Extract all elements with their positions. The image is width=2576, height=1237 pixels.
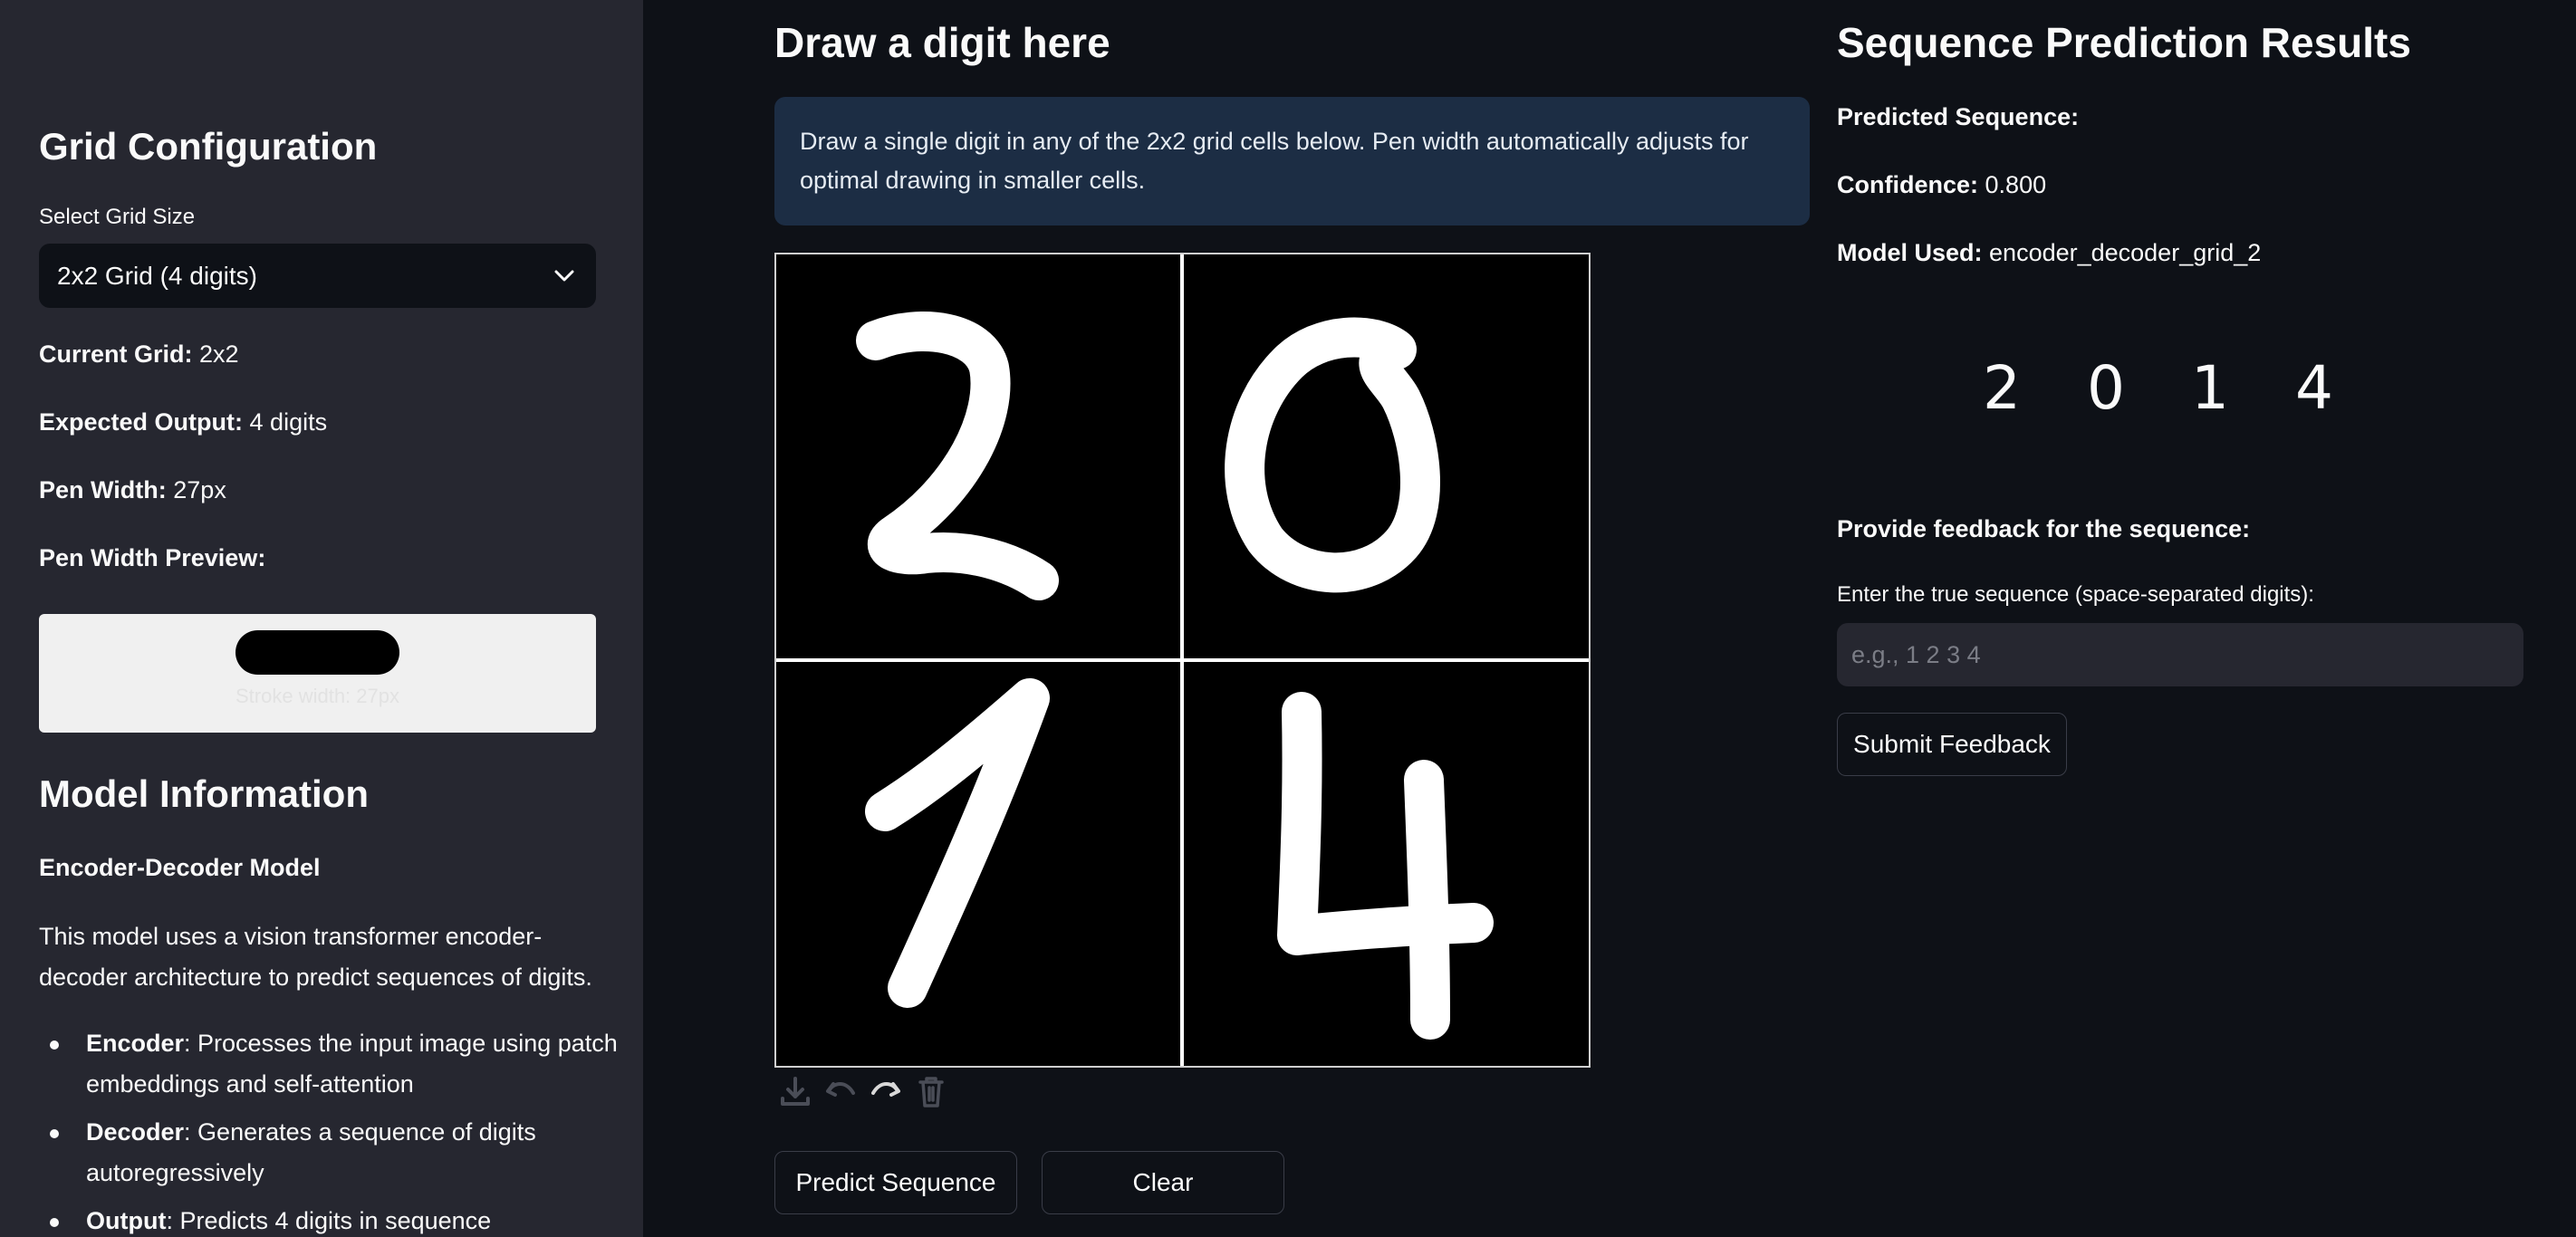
sidebar: Grid Configuration Select Grid Size 2x2 … (0, 0, 643, 1237)
grid-size-select[interactable]: 2x2 Grid (4 digits) (39, 244, 596, 308)
trash-icon[interactable] (910, 1071, 952, 1111)
confidence-value: 0.800 (1985, 171, 2047, 198)
current-grid-label: Current Grid: (39, 340, 193, 368)
expected-output-value: 4 digits (249, 408, 328, 436)
pen-width-label: Pen Width: (39, 476, 167, 503)
model-used-label: Model Used: (1837, 239, 1983, 266)
model-description: This model uses a vision transformer enc… (39, 923, 592, 991)
feedback-heading: Provide feedback for the sequence: (1837, 515, 2251, 542)
expected-output-line: Expected Output: 4 digits (39, 408, 327, 436)
expected-output-label: Expected Output: (39, 408, 244, 436)
feedback-input-label: Enter the true sequence (space-separated… (1837, 582, 2314, 607)
true-sequence-input[interactable] (1837, 623, 2523, 686)
canvas-toolbar (774, 1071, 952, 1111)
list-item: Output: Predicts 4 digits in sequence (39, 1201, 619, 1237)
current-grid-line: Current Grid: 2x2 (39, 340, 239, 369)
confidence-line: Confidence: 0.800 (1837, 171, 2046, 199)
predicted-digits: 2 0 1 4 (1975, 353, 2400, 426)
predicted-digit: 4 (2295, 353, 2333, 423)
list-item-term: Output (86, 1207, 167, 1234)
list-item: Encoder: Processes the input image using… (39, 1023, 619, 1105)
pen-width-preview: Stroke width: 27px (39, 614, 596, 733)
model-info-heading: Model Information (39, 772, 369, 815)
pen-stroke-caption: Stroke width: 27px (235, 685, 399, 707)
grid-size-label: Select Grid Size (39, 205, 196, 229)
pen-width-value: 27px (173, 476, 226, 503)
undo-icon[interactable] (820, 1071, 861, 1111)
grid-size-selected-value: 2x2 Grid (4 digits) (57, 261, 257, 290)
pen-width-line: Pen Width: 27px (39, 476, 226, 504)
info-alert: Draw a single digit in any of the 2x2 gr… (774, 97, 1810, 225)
predicted-digit: 1 (2191, 353, 2229, 423)
drawing-canvas[interactable] (774, 253, 1591, 1068)
list-item: Decoder: Generates a sequence of digits … (39, 1112, 619, 1194)
model-name: Encoder-Decoder Model (39, 854, 321, 881)
predict-sequence-button[interactable]: Predict Sequence (774, 1151, 1017, 1214)
predicted-sequence-label: Predicted Sequence: (1837, 103, 2080, 130)
redo-icon[interactable] (865, 1071, 907, 1111)
list-item-term: Encoder (86, 1030, 185, 1057)
app-root: Grid Configuration Select Grid Size 2x2 … (0, 0, 2576, 1237)
results-heading: Sequence Prediction Results (1837, 19, 2411, 66)
predicted-digit: 0 (2087, 353, 2125, 423)
model-name-line: Encoder-Decoder Model (39, 854, 321, 882)
feedback-heading-line: Provide feedback for the sequence: (1837, 515, 2250, 543)
pen-preview-line: Pen Width Preview: (39, 544, 265, 572)
submit-feedback-button[interactable]: Submit Feedback (1837, 713, 2067, 776)
list-item-term: Decoder (86, 1118, 185, 1146)
model-used-line: Model Used: encoder_decoder_grid_2 (1837, 239, 2261, 267)
current-grid-value: 2x2 (199, 340, 239, 368)
grid-config-heading: Grid Configuration (39, 125, 378, 168)
confidence-label: Confidence: (1837, 171, 1979, 198)
predicted-sequence-line: Predicted Sequence: (1837, 103, 2079, 131)
pen-stroke-sample (235, 630, 399, 675)
clear-button[interactable]: Clear (1042, 1151, 1284, 1214)
drawing-canvas-svg[interactable] (776, 254, 1589, 1066)
drawn-digit-4-stem (1404, 760, 1450, 1040)
pen-preview-label: Pen Width Preview: (39, 544, 266, 571)
model-component-list: Encoder: Processes the input image using… (39, 1023, 619, 1237)
predicted-digit: 2 (1983, 353, 2021, 423)
model-used-value: encoder_decoder_grid_2 (1989, 239, 2262, 266)
list-item-text: : Predicts 4 digits in sequence (166, 1207, 492, 1234)
draw-heading: Draw a digit here (774, 19, 1110, 66)
download-icon[interactable] (774, 1071, 816, 1111)
chevron-down-icon (551, 263, 578, 290)
